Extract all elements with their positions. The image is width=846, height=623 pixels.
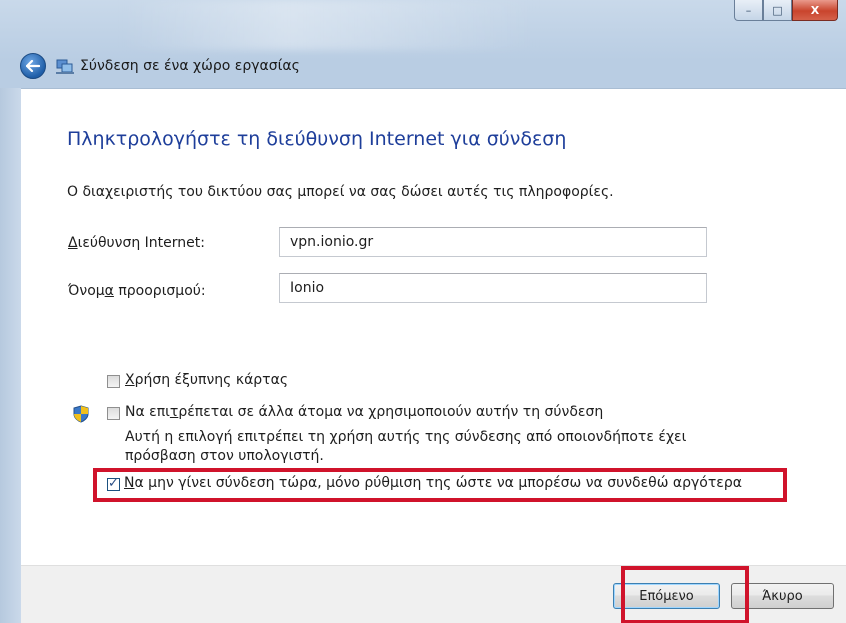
smart-card-checkbox[interactable] — [107, 375, 120, 388]
back-button[interactable] — [20, 53, 46, 79]
network-icon — [56, 59, 74, 74]
uac-shield-icon — [73, 405, 89, 423]
button-bar: Επόμενο Άκυρο — [21, 565, 846, 623]
highlight-box-next — [621, 566, 749, 623]
dont-connect-label[interactable]: Να μην γίνει σύνδεση τώρα, μόνο ρύθμιση … — [124, 475, 742, 491]
caption-buttons: – □ X — [734, 0, 838, 22]
internet-address-label: Διεύθυνση Internet: — [68, 235, 205, 251]
title-bar-background — [120, 0, 540, 50]
close-button[interactable]: X — [792, 0, 838, 21]
internet-address-input[interactable] — [279, 227, 707, 257]
maximize-button[interactable]: □ — [763, 0, 792, 21]
minimize-button[interactable]: – — [734, 0, 763, 21]
allow-others-note: Αυτή η επιλογή επιτρέπει τη χρήση αυτής … — [125, 429, 687, 464]
connect-workplace-dialog: – □ X Σύνδεση σε ένα χώρο εργασίας Πληκτ… — [0, 0, 846, 623]
page-description: Ο διαχειριστής του δικτύου σας μπορεί να… — [67, 184, 614, 200]
dont-connect-checkbox[interactable] — [107, 476, 120, 491]
window-title: Σύνδεση σε ένα χώρο εργασίας — [80, 58, 300, 74]
destination-name-label: Όνομα προορισμού: — [68, 283, 206, 299]
smart-card-label[interactable]: Χρήση έξυπνης κάρτας — [125, 372, 288, 388]
content-area: Πληκτρολογήστε τη διεύθυνση Internet για… — [21, 88, 846, 566]
page-heading: Πληκτρολογήστε τη διεύθυνση Internet για… — [67, 128, 567, 150]
navigation-bar: Σύνδεση σε ένα χώρο εργασίας — [20, 52, 300, 80]
left-frame — [0, 88, 21, 623]
allow-others-checkbox[interactable] — [107, 407, 120, 420]
allow-others-label[interactable]: Να επιτρέπεται σε άλλα άτομα να χρησιμοπ… — [125, 404, 603, 420]
destination-name-input[interactable] — [279, 273, 707, 303]
back-arrow-icon — [26, 60, 40, 72]
